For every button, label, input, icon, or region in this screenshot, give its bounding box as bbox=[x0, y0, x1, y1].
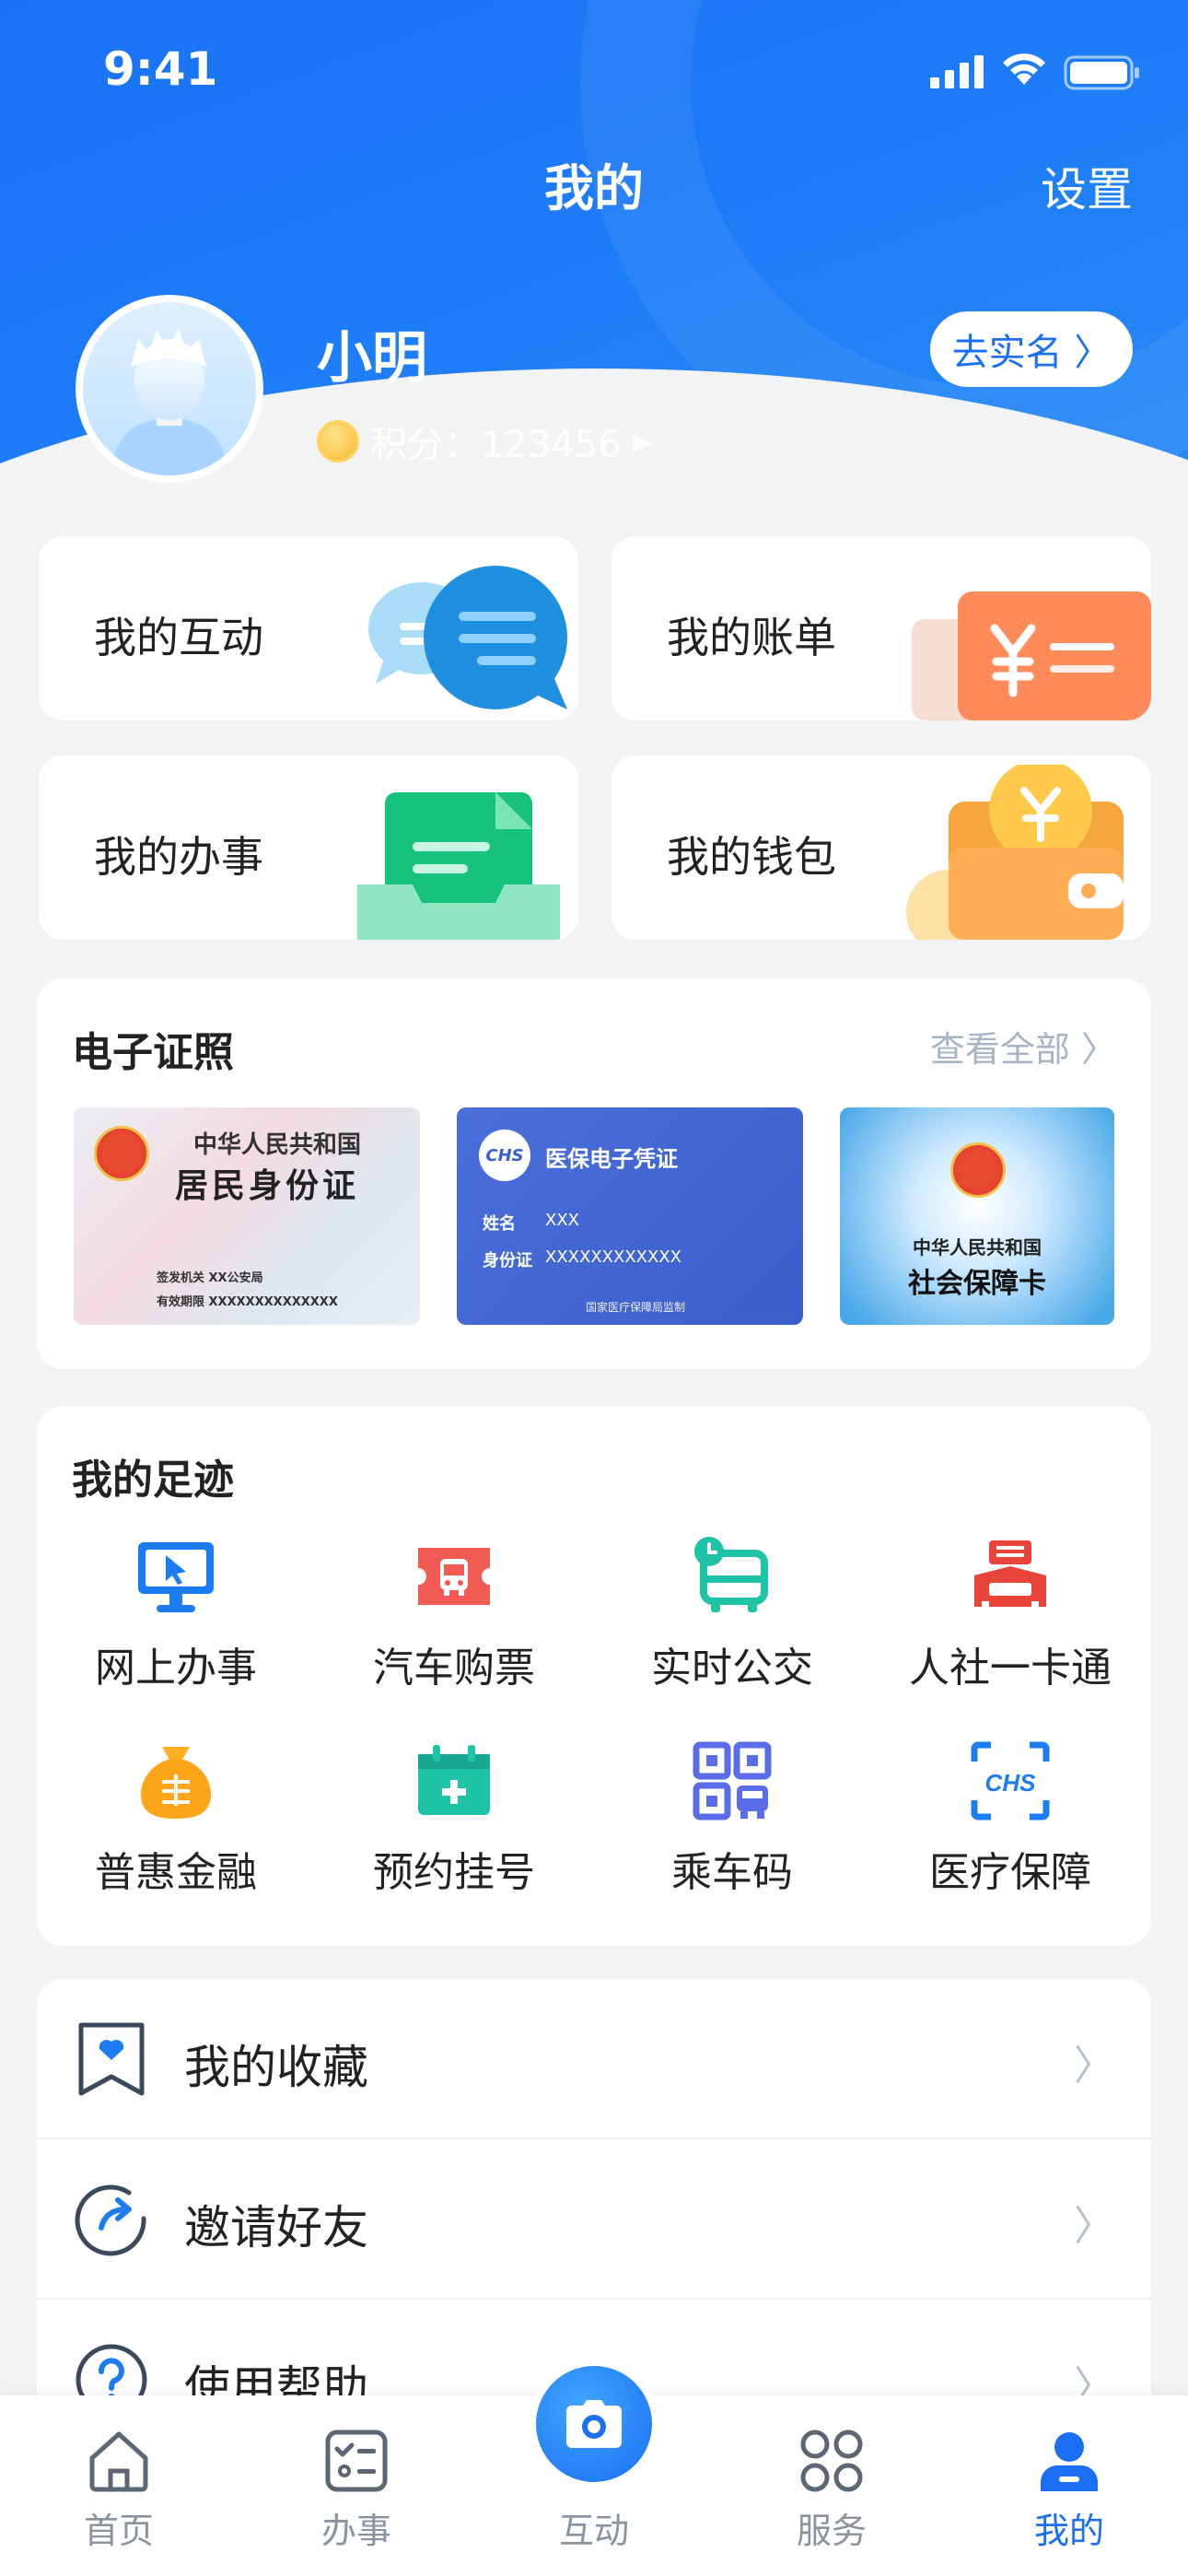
medical-card-footer: 国家医疗保障局监制 bbox=[586, 1301, 686, 1314]
tab-affairs[interactable]: 办事 bbox=[238, 2395, 475, 2553]
footprints-panel: 我的足迹 网上办事 汽车购票 实时公交 人社一卡通 普惠金融 预约挂号 乘车码 … bbox=[37, 1406, 1151, 1946]
cellular-signal-icon bbox=[930, 55, 984, 88]
tab-home[interactable]: 首页 bbox=[0, 2395, 238, 2553]
chat-bubbles-icon bbox=[368, 566, 567, 709]
social-card-line2: 社会保障卡 bbox=[908, 1268, 1046, 1300]
footprint-label: 预约挂号 bbox=[373, 1849, 535, 1896]
tab-label: 办事 bbox=[320, 2511, 391, 2551]
medical-id-value: XXXXXXXXXXXX bbox=[545, 1247, 681, 1267]
bus-ticket-icon bbox=[418, 1548, 490, 1605]
view-all-link[interactable]: 查看全部 〉 bbox=[930, 1021, 1116, 1071]
bill-yuan-icon bbox=[912, 591, 1151, 720]
social-card-line1: 中华人民共和国 bbox=[913, 1236, 1042, 1259]
camera-icon bbox=[566, 2400, 622, 2448]
medical-insurance-card[interactable]: CHS 医保电子凭证 姓名 XXX 身份证 XXXXXXXXXXXX 国家医疗保… bbox=[457, 1107, 803, 1325]
avatar[interactable] bbox=[76, 295, 263, 483]
list-item-favorites[interactable]: 我的收藏 〉 bbox=[37, 1979, 1151, 2139]
card-my-affairs[interactable]: 我的办事 bbox=[39, 755, 578, 940]
user-icon bbox=[1041, 2432, 1098, 2491]
tab-services[interactable]: 服务 bbox=[713, 2395, 950, 2553]
svg-text:CHS: CHS bbox=[985, 1769, 1037, 1797]
monitor-icon bbox=[138, 1542, 214, 1612]
points-label: 积分：123456 bbox=[370, 424, 622, 466]
id-card[interactable]: 中华人民共和国 居民身份证 签发机关 XX公安局 有效期限 XXXXXXXXXX… bbox=[74, 1107, 420, 1325]
card-label: 我的钱包 bbox=[667, 832, 836, 882]
tab-mine[interactable]: 我的 bbox=[950, 2395, 1188, 2553]
settings-link[interactable]: 设置 bbox=[1041, 153, 1133, 219]
medical-name-value: XXX bbox=[545, 1211, 579, 1230]
footprint-medical-security[interactable]: CHS 医疗保障 bbox=[871, 1739, 1149, 1898]
chevron-right-icon: 〉 bbox=[1074, 2203, 1114, 2250]
battery-icon bbox=[1064, 55, 1139, 90]
card-my-bill[interactable]: 我的账单 bbox=[611, 536, 1151, 720]
medical-name-label: 姓名 bbox=[483, 1214, 516, 1234]
chs-logo-icon: CHS bbox=[479, 1130, 530, 1181]
id-card-line1: 中华人民共和国 bbox=[193, 1131, 362, 1159]
checklist-icon bbox=[325, 2430, 388, 2492]
grid-icon bbox=[800, 2430, 863, 2492]
camera-fab[interactable] bbox=[529, 2359, 659, 2489]
footprint-label: 实时公交 bbox=[651, 1645, 813, 1692]
default-user-avatar-icon bbox=[111, 328, 228, 475]
social-security-card[interactable]: 中华人民共和国 社会保障卡 bbox=[840, 1107, 1114, 1325]
footprint-inclusive-finance[interactable]: 普惠金融 bbox=[37, 1739, 315, 1898]
card-my-wallet[interactable]: 我的钱包 bbox=[611, 755, 1151, 940]
id-card-issuer: 签发机关 XX公安局 bbox=[157, 1271, 263, 1285]
status-time: 9:41 bbox=[103, 42, 218, 96]
bookmark-heart-icon bbox=[78, 2022, 145, 2096]
qr-bus-icon bbox=[693, 1741, 772, 1821]
card-label: 我的互动 bbox=[94, 613, 263, 662]
status-bar: 9:41 bbox=[0, 0, 1188, 138]
chevron-right-icon: 〉 bbox=[1074, 2043, 1114, 2090]
medical-card-title: 医保电子凭证 bbox=[545, 1146, 678, 1172]
footprint-label: 人社一卡通 bbox=[909, 1645, 1112, 1692]
list-item-invite[interactable]: 邀请好友 〉 bbox=[37, 2139, 1151, 2300]
points-link[interactable]: 积分：123456 ▶ bbox=[317, 415, 652, 468]
medical-id-label: 身份证 bbox=[483, 1251, 532, 1270]
list-item-label: 我的收藏 bbox=[184, 2041, 368, 2094]
footprint-bus-ticket[interactable]: 汽车购票 bbox=[315, 1535, 593, 1693]
wallet-coin-icon bbox=[906, 765, 1124, 940]
verify-realname-button[interactable]: 去实名 〉 bbox=[930, 311, 1133, 387]
username: 小明 bbox=[317, 326, 427, 391]
bus-clock-icon bbox=[694, 1537, 768, 1612]
footprint-realtime-bus[interactable]: 实时公交 bbox=[593, 1535, 871, 1693]
national-emblem-icon bbox=[950, 1142, 1006, 1198]
card-label: 我的账单 bbox=[667, 613, 836, 662]
footprint-label: 医疗保障 bbox=[929, 1849, 1091, 1896]
share-circle-icon bbox=[75, 2184, 146, 2256]
coin-icon bbox=[317, 420, 359, 463]
footprint-social-card[interactable]: 人社一卡通 bbox=[871, 1535, 1149, 1693]
footprint-ride-code[interactable]: 乘车码 bbox=[593, 1739, 871, 1898]
footprint-label: 汽车购票 bbox=[373, 1645, 535, 1692]
list-item-label: 邀请好友 bbox=[184, 2201, 368, 2254]
certificates-title: 电子证照 bbox=[72, 1029, 234, 1076]
id-card-validity: 有效期限 XXXXXXXXXXXXXX bbox=[157, 1295, 338, 1309]
document-tray-icon bbox=[357, 792, 560, 940]
building-card-icon bbox=[974, 1540, 1046, 1607]
money-bag-icon bbox=[141, 1747, 211, 1819]
footprint-label: 乘车码 bbox=[671, 1849, 793, 1896]
footprints-title: 我的足迹 bbox=[72, 1457, 234, 1504]
wifi-icon bbox=[1003, 53, 1045, 85]
footprint-label: 网上办事 bbox=[95, 1645, 257, 1692]
card-my-interaction[interactable]: 我的互动 bbox=[39, 536, 578, 720]
certificates-panel: 电子证照 查看全部 〉 中华人民共和国 居民身份证 签发机关 XX公安局 有效期… bbox=[37, 978, 1151, 1369]
page-title: 我的 bbox=[544, 159, 644, 217]
triangle-right-icon: ▶ bbox=[632, 426, 653, 457]
footprint-online-service[interactable]: 网上办事 bbox=[37, 1535, 315, 1693]
chs-scan-icon: CHS bbox=[971, 1741, 1050, 1821]
card-label: 我的办事 bbox=[94, 832, 263, 882]
home-icon bbox=[89, 2431, 148, 2492]
footprint-appointment[interactable]: 预约挂号 bbox=[315, 1739, 593, 1898]
tab-label: 首页 bbox=[83, 2511, 154, 2551]
national-emblem-icon bbox=[94, 1126, 149, 1181]
tab-label: 互动 bbox=[558, 2511, 629, 2551]
tab-label: 服务 bbox=[796, 2511, 867, 2551]
footprint-label: 普惠金融 bbox=[95, 1849, 257, 1896]
id-card-line2: 居民身份证 bbox=[175, 1166, 360, 1205]
tab-label: 我的 bbox=[1033, 2511, 1104, 2551]
medical-calendar-icon bbox=[418, 1745, 490, 1815]
